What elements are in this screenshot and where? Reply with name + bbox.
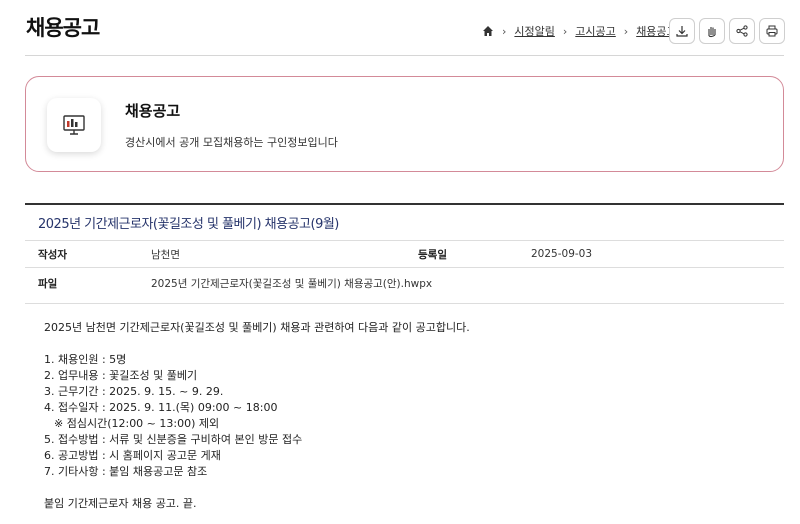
hand-icon	[708, 27, 716, 38]
content-intro: 2025년 남천면 기간제근로자(꽃길조성 및 풀베기) 채용과 관련하여 다음…	[44, 321, 470, 334]
toolbar	[669, 18, 785, 44]
content-item: 4. 접수일자 : 2025. 9. 11.(목) 09:00 ~ 18:00	[44, 401, 278, 414]
breadcrumb: › 시정알림 › 고시공고 › 채용공고	[482, 23, 677, 39]
content-closing: 붙임 기간제근로자 채용 공고. 끝.	[44, 497, 197, 510]
file-row: 파일 2025년 기간제근로자(꽃길조성 및 풀베기) 채용공고(안).hwpx	[25, 268, 784, 304]
download-button[interactable]	[669, 18, 695, 44]
content-item: 6. 공고방법 : 시 홈페이지 공고문 게재	[44, 449, 221, 462]
post-title: 2025년 기간제근로자(꽃길조성 및 풀베기) 채용공고(9월)	[25, 205, 784, 241]
header-divider	[25, 55, 784, 56]
chevron-right-icon: ›	[623, 24, 629, 38]
page-title: 채용공고	[26, 16, 100, 40]
content-item: 7. 기타사항 : 붙임 채용공고문 참조	[44, 465, 208, 478]
breadcrumb-link-notice[interactable]: 시정알림	[514, 23, 554, 39]
chevron-right-icon: ›	[562, 24, 568, 38]
accessibility-button[interactable]	[699, 18, 725, 44]
chevron-right-icon: ›	[502, 24, 507, 38]
date-label: 등록일	[418, 248, 447, 261]
content-item: 3. 근무기간 : 2025. 9. 15. ~ 9. 29.	[44, 385, 224, 398]
content-note: ※ 점심시간(12:00 ~ 13:00) 제외	[54, 417, 220, 430]
home-icon[interactable]	[482, 25, 494, 37]
print-icon	[766, 25, 778, 37]
share-icon	[736, 25, 748, 37]
download-icon	[676, 26, 688, 37]
content-item: 2. 업무내용 : 꽃길조성 및 풀베기	[44, 369, 198, 382]
author-value: 남천면	[151, 248, 180, 261]
post-meta-row: 작성자 남천면 등록일 2025-09-03	[25, 241, 784, 268]
monitor-chart-icon	[47, 98, 101, 152]
breadcrumb-link-announcement[interactable]: 고시공고	[575, 23, 615, 39]
share-button[interactable]	[729, 18, 755, 44]
post-content: 2025년 남천면 기간제근로자(꽃길조성 및 풀베기) 채용과 관련하여 다음…	[44, 320, 470, 512]
file-label: 파일	[38, 278, 58, 290]
author-label: 작성자	[38, 248, 67, 261]
date-value: 2025-09-03	[531, 248, 593, 260]
content-item: 1. 채용인원 : 5명	[44, 353, 127, 366]
intro-description: 경산시에서 공개 모집채용하는 구인정보입니다	[125, 136, 338, 149]
intro-card: 채용공고 경산시에서 공개 모집채용하는 구인정보입니다	[25, 76, 784, 172]
post-detail: 2025년 기간제근로자(꽃길조성 및 풀베기) 채용공고(9월) 작성자 남천…	[25, 203, 784, 304]
print-button[interactable]	[759, 18, 785, 44]
content-item: 5. 접수방법 : 서류 및 신분증을 구비하여 본인 방문 접수	[44, 433, 303, 446]
attachment-link[interactable]: 2025년 기간제근로자(꽃길조성 및 풀베기) 채용공고(안).hwpx	[151, 276, 432, 291]
intro-title: 채용공고	[125, 102, 181, 120]
